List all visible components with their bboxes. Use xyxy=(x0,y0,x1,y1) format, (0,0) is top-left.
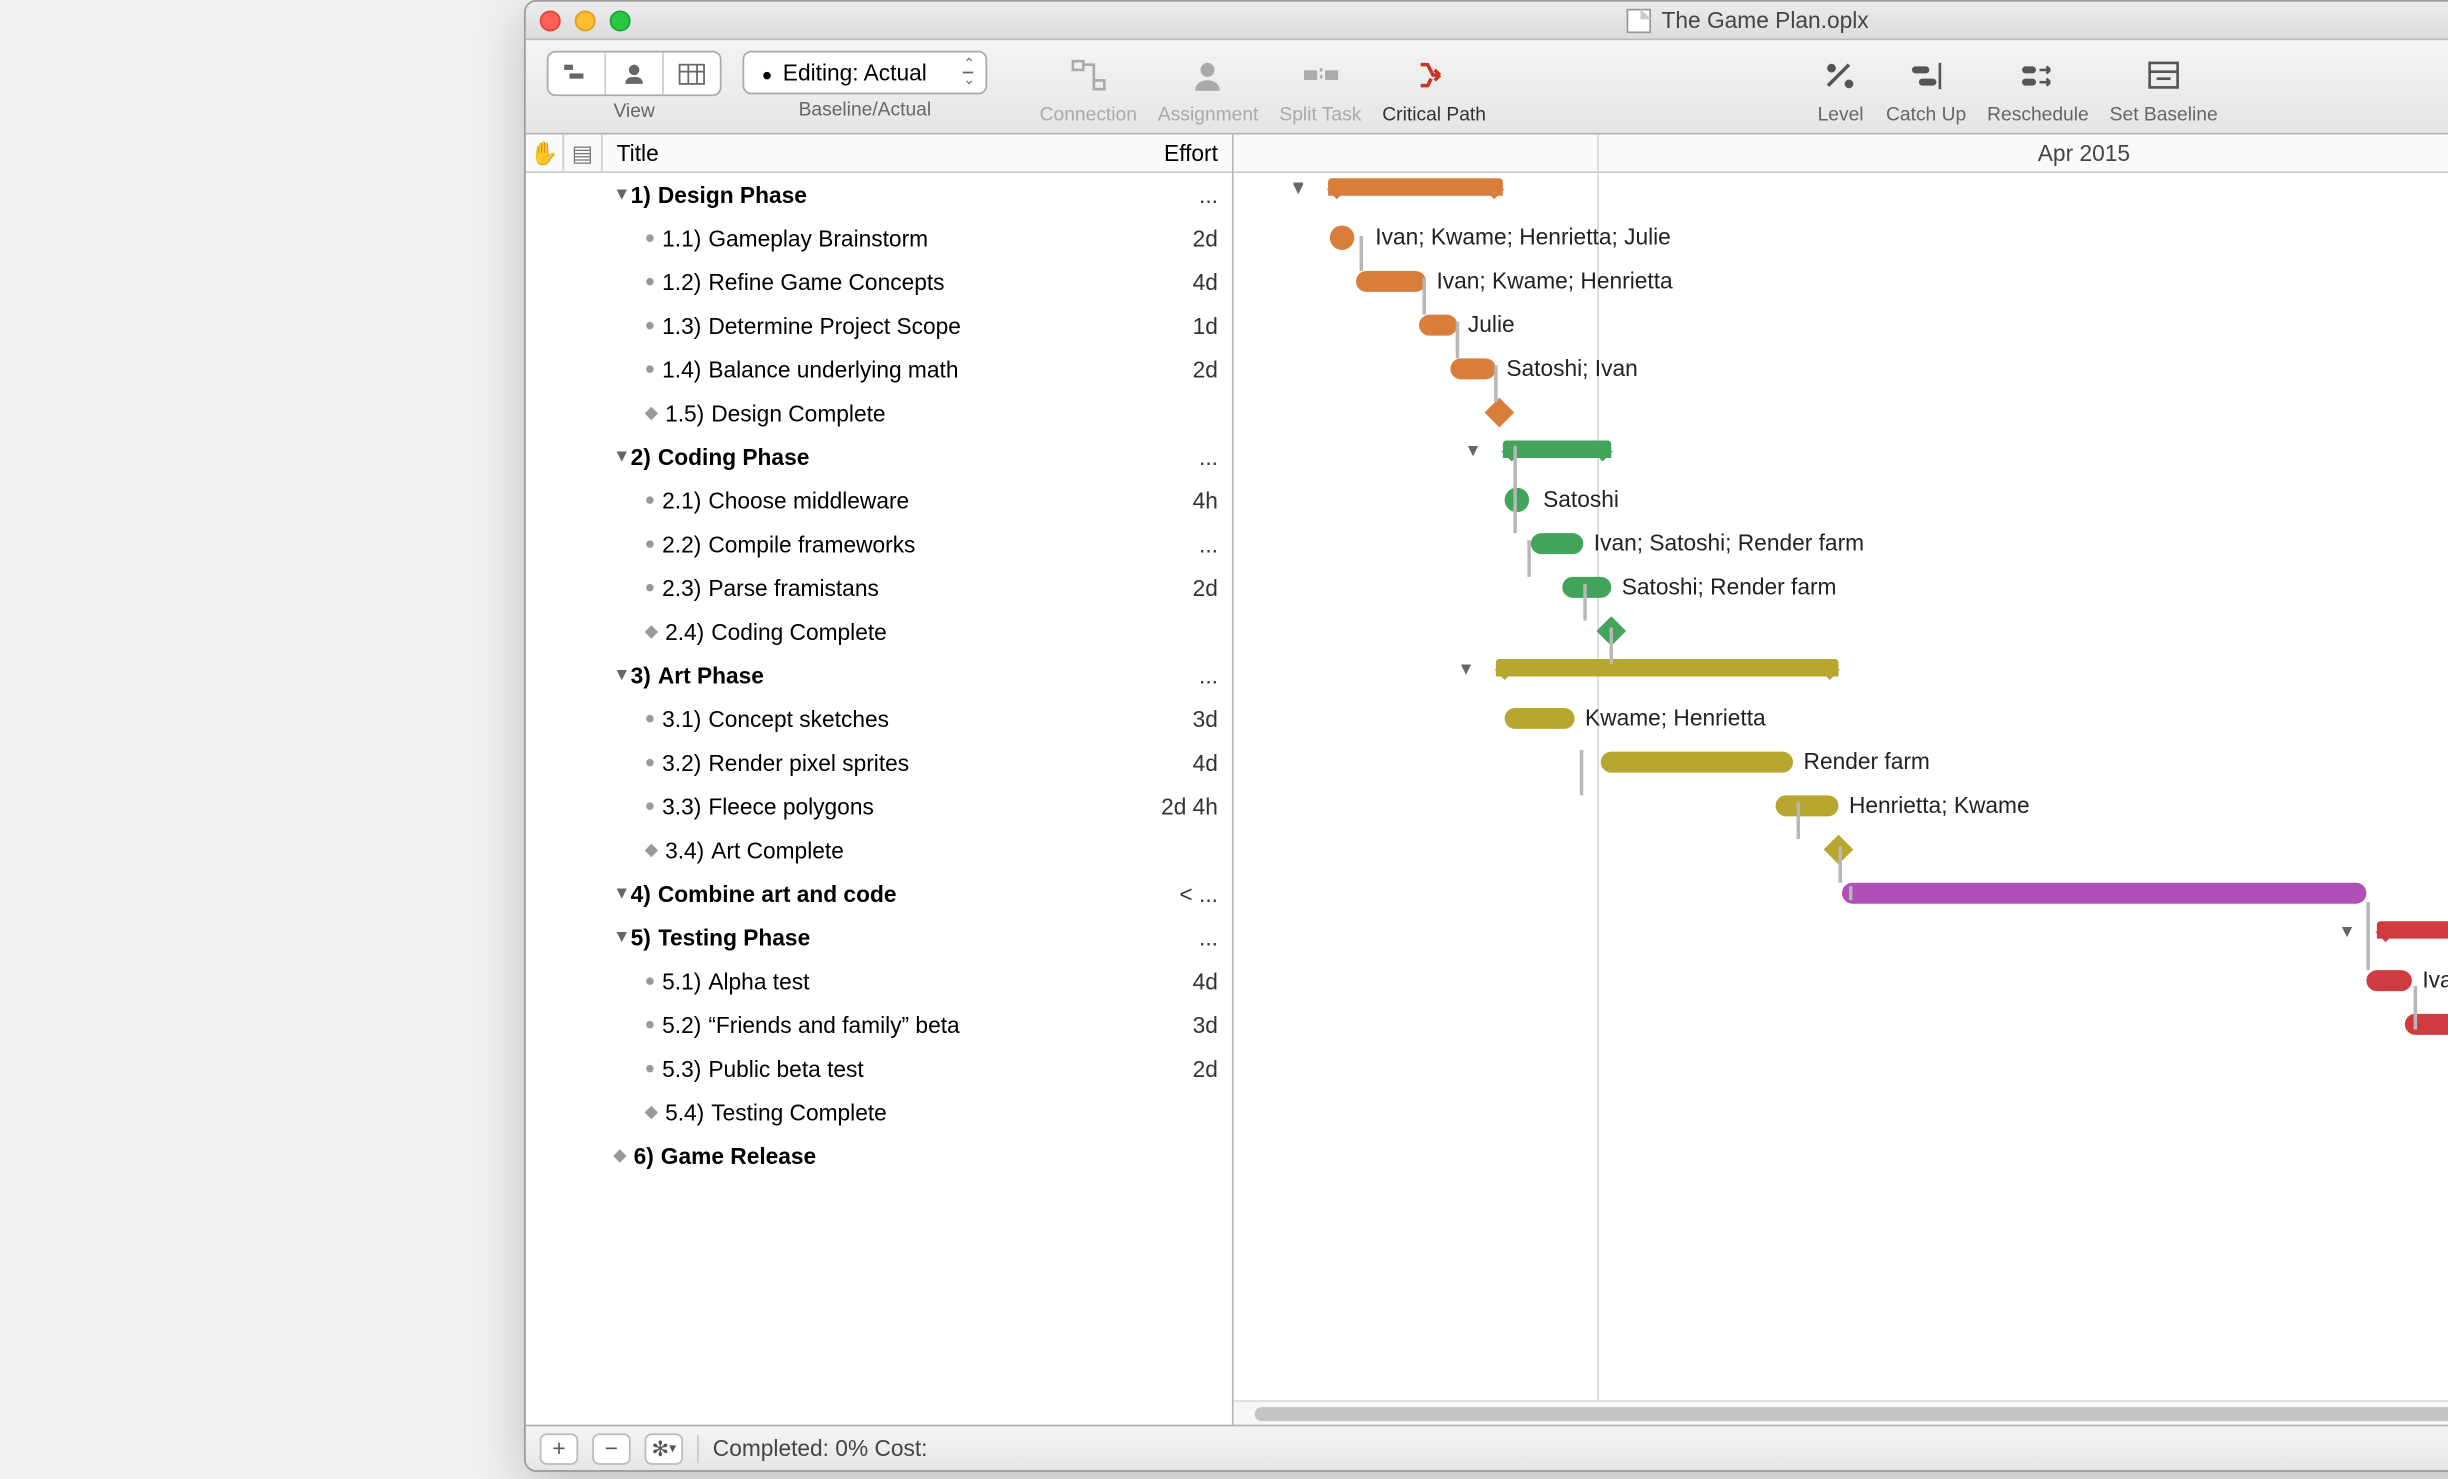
app-window: The Game Plan.oplx View ●Editing: Actual… xyxy=(524,0,2448,1472)
gantt-view-button[interactable] xyxy=(548,52,606,94)
baseline-label: Baseline/Actual xyxy=(799,100,932,121)
level-icon[interactable] xyxy=(1816,51,1865,100)
view-label: View xyxy=(613,101,654,122)
task-bar[interactable] xyxy=(1562,577,1611,598)
task-row[interactable]: ●1.3)Determine Project Scope1d xyxy=(526,304,1232,348)
task-row[interactable]: ●1.2)Refine Game Concepts4d xyxy=(526,260,1232,304)
task-assignees: Henrietta; Kwame xyxy=(1849,792,2030,818)
task-row[interactable]: ●1.4)Balance underlying math2d xyxy=(526,348,1232,392)
task-bar[interactable] xyxy=(1505,488,1529,512)
task-row[interactable]: ◆2.4)Coding Complete xyxy=(526,610,1232,654)
task-row[interactable]: ◆5.4)Testing Complete xyxy=(526,1091,1232,1135)
task-bar[interactable] xyxy=(1505,708,1575,729)
milestone-diamond[interactable] xyxy=(1596,616,1626,646)
task-assignees: Satoshi; Ivan xyxy=(1506,355,1637,381)
dependency-line xyxy=(1580,750,1583,795)
task-row[interactable]: ●2.3)Parse framistans2d xyxy=(526,566,1232,610)
critical-path-icon[interactable] xyxy=(1410,51,1459,100)
gantt-disclosure[interactable]: ▼ xyxy=(1290,178,1307,197)
task-assignees: Ivan; Julie; Kwame; Henrietta; Satoshi xyxy=(2422,967,2448,993)
task-assignees: Ivan; Kwame; Henrietta xyxy=(1436,267,1672,293)
task-row[interactable]: ●1.1)Gameplay Brainstorm2d xyxy=(526,217,1232,261)
group-bar[interactable] xyxy=(1328,178,1503,202)
task-row[interactable]: ◆3.4)Art Complete xyxy=(526,829,1232,873)
task-assignees: Ivan; Satoshi; Render farm xyxy=(1594,530,1864,556)
timeline-month: Apr 2015 xyxy=(2038,140,2130,166)
task-row[interactable]: ●3.3)Fleece polygons2d 4h xyxy=(526,785,1232,829)
task-row[interactable]: ●5.1)Alpha test4d xyxy=(526,960,1232,1004)
reschedule-icon[interactable] xyxy=(2013,51,2062,100)
notes-column-icon[interactable]: ▤ xyxy=(564,135,602,172)
add-button[interactable]: + xyxy=(540,1432,578,1463)
connection-icon[interactable] xyxy=(1064,51,1113,100)
task-bar[interactable] xyxy=(1601,752,1793,773)
effort-column-header[interactable]: Effort xyxy=(1127,140,1232,166)
task-assignees: Ivan; Kwame; Henrietta; Julie xyxy=(1375,224,1671,250)
window-title: The Game Plan.oplx xyxy=(1627,7,1869,33)
task-row[interactable]: ▼1)Design Phase... xyxy=(526,173,1232,217)
task-bar[interactable] xyxy=(1450,358,1495,379)
task-assignees: Kwame; Henrietta xyxy=(1585,704,1766,730)
task-row[interactable]: ●3.1)Concept sketches3d xyxy=(526,697,1232,741)
task-row[interactable]: ●5.2)“Friends and family” beta3d xyxy=(526,1003,1232,1047)
task-bar[interactable] xyxy=(2366,970,2411,991)
task-bar[interactable] xyxy=(1842,883,2366,904)
milestone-diamond[interactable] xyxy=(1824,835,1854,865)
task-row[interactable]: ●5.3)Public beta test2d xyxy=(526,1047,1232,1091)
status-bar: + − ✻▾ Completed: 0% Cost: xyxy=(526,1425,2448,1470)
task-bar[interactable] xyxy=(1419,315,1457,336)
task-assignees: Render farm xyxy=(1804,748,1930,774)
task-row[interactable]: ▼4)Combine art and code< ... xyxy=(526,872,1232,916)
view-segmented[interactable] xyxy=(547,51,722,96)
assignment-icon[interactable] xyxy=(1184,51,1233,100)
task-assignees: Julie xyxy=(1468,311,1515,337)
task-assignees: Satoshi; Render farm xyxy=(1622,573,1837,599)
dependency-line xyxy=(1360,236,1363,271)
baseline-dropdown[interactable]: ●Editing: Actual ⌃⌄ xyxy=(743,51,988,95)
task-bar[interactable] xyxy=(2405,1014,2448,1035)
task-row[interactable]: ◆6)Game Release xyxy=(526,1134,1232,1178)
group-bar[interactable] xyxy=(1503,440,1611,464)
milestone-diamond[interactable] xyxy=(1485,398,1515,428)
task-bar[interactable] xyxy=(1531,533,1583,554)
dependency-line xyxy=(2366,902,2369,970)
task-row[interactable]: ●2.1)Choose middleware4h xyxy=(526,479,1232,523)
hand-tool-icon[interactable]: ✋ xyxy=(526,135,564,172)
gantt-chart[interactable]: Apr 2015 🔍 ▼Ivan; Kwame; Henrietta; Juli… xyxy=(1234,135,2448,1425)
close-window-button[interactable] xyxy=(540,10,561,31)
task-row[interactable]: ▼2)Coding Phase... xyxy=(526,435,1232,479)
action-menu-button[interactable]: ✻▾ xyxy=(645,1432,683,1463)
task-row[interactable]: ▼5)Testing Phase... xyxy=(526,916,1232,960)
task-bar[interactable] xyxy=(1356,271,1426,292)
zoom-window-button[interactable] xyxy=(610,10,631,31)
task-row[interactable]: ◆1.5)Design Complete xyxy=(526,392,1232,436)
task-row[interactable]: ▼3)Art Phase... xyxy=(526,654,1232,698)
split-task-icon[interactable] xyxy=(1296,51,1345,100)
resource-view-button[interactable] xyxy=(606,52,664,94)
document-icon xyxy=(1627,8,1651,32)
title-column-header[interactable]: Title xyxy=(603,140,1127,166)
task-bar[interactable] xyxy=(1776,795,1839,816)
set-baseline-icon[interactable] xyxy=(2139,51,2188,100)
calendar-view-button[interactable] xyxy=(664,52,720,94)
group-bar[interactable] xyxy=(2377,921,2448,945)
task-bar[interactable] xyxy=(1330,225,1354,249)
titlebar[interactable]: The Game Plan.oplx xyxy=(526,2,2448,40)
toolbar: View ●Editing: Actual ⌃⌄ Baseline/Actual… xyxy=(526,40,2448,134)
minimize-window-button[interactable] xyxy=(575,10,596,31)
gantt-disclosure[interactable]: ▼ xyxy=(2338,923,2355,942)
task-assignees: Satoshi xyxy=(1543,486,1619,512)
catch-up-icon[interactable] xyxy=(1902,51,1951,100)
gantt-disclosure[interactable]: ▼ xyxy=(1457,661,1474,680)
group-bar[interactable] xyxy=(1496,659,1839,683)
gantt-scrollbar[interactable] xyxy=(1234,1400,2448,1424)
remove-button[interactable]: − xyxy=(592,1432,630,1463)
task-row[interactable]: ●2.2)Compile frameworks... xyxy=(526,523,1232,567)
gantt-disclosure[interactable]: ▼ xyxy=(1464,442,1481,461)
task-outline[interactable]: ✋ ▤ Title Effort ▼1)Design Phase...●1.1)… xyxy=(526,135,1234,1425)
status-text: Completed: 0% Cost: xyxy=(713,1435,928,1461)
task-row[interactable]: ●3.2)Render pixel sprites4d xyxy=(526,741,1232,785)
